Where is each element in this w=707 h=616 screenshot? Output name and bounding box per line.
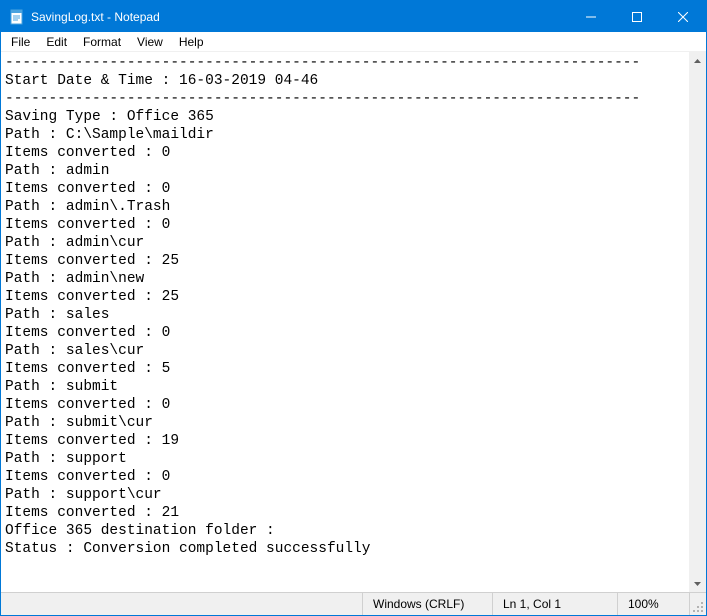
text-area[interactable]: ----------------------------------------… bbox=[1, 52, 689, 592]
status-position: Ln 1, Col 1 bbox=[492, 593, 617, 615]
menu-view[interactable]: View bbox=[129, 33, 171, 51]
scroll-down-button[interactable] bbox=[689, 575, 706, 592]
menu-help[interactable]: Help bbox=[171, 33, 212, 51]
menu-edit[interactable]: Edit bbox=[38, 33, 75, 51]
maximize-button[interactable] bbox=[614, 1, 660, 32]
vertical-scrollbar[interactable] bbox=[689, 52, 706, 592]
status-bar: Windows (CRLF) Ln 1, Col 1 100% bbox=[1, 592, 706, 615]
minimize-button[interactable] bbox=[568, 1, 614, 32]
menu-bar: File Edit Format View Help bbox=[1, 32, 706, 52]
scroll-up-button[interactable] bbox=[689, 52, 706, 69]
notepad-icon bbox=[9, 9, 25, 25]
menu-file[interactable]: File bbox=[3, 33, 38, 51]
title-bar[interactable]: SavingLog.txt - Notepad bbox=[1, 1, 706, 32]
menu-format[interactable]: Format bbox=[75, 33, 129, 51]
window-title: SavingLog.txt - Notepad bbox=[31, 10, 160, 24]
scroll-track[interactable] bbox=[689, 69, 706, 575]
resize-grip-icon[interactable] bbox=[689, 593, 706, 615]
status-encoding: Windows (CRLF) bbox=[362, 593, 492, 615]
status-spacer bbox=[1, 593, 362, 615]
status-zoom: 100% bbox=[617, 593, 689, 615]
close-button[interactable] bbox=[660, 1, 706, 32]
